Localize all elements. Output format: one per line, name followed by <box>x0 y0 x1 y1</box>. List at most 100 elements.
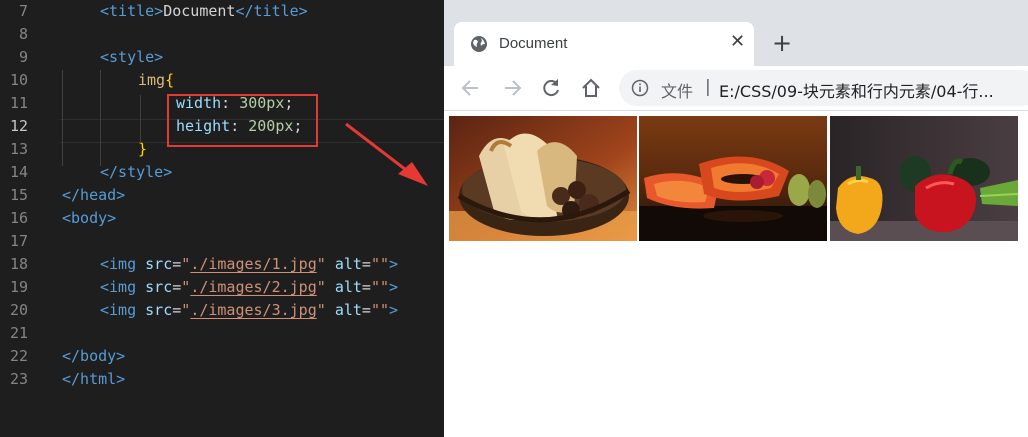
code-line[interactable]: 18 <img src="./images/1.jpg" alt=""> <box>0 253 444 276</box>
browser-toolbar: 文件 | E:/CSS/09-块元素和行内元素/04-行... <box>444 66 1028 111</box>
code-line[interactable]: 21 <box>0 322 444 345</box>
code-token: <title> <box>100 2 164 20</box>
code-token: " <box>181 301 191 319</box>
code-token: { <box>165 71 175 89</box>
code-token: " <box>181 255 191 273</box>
code-line[interactable]: 16 <body> <box>0 207 444 230</box>
line-number: 9 <box>18 48 28 66</box>
code-text: </body> <box>62 345 125 368</box>
code-token: </style> <box>100 163 173 181</box>
forward-arrow-icon[interactable] <box>499 75 525 101</box>
code-token: <img <box>100 301 146 319</box>
code-token: alt <box>334 255 362 273</box>
line-number: 17 <box>9 232 28 250</box>
code-line[interactable]: 19 <img src="./images/2.jpg" alt=""> <box>0 276 444 299</box>
code-editor[interactable]: 7 <title>Document</title> 8 9 <style> 10 img{1… <box>0 0 444 437</box>
line-number: 14 <box>9 163 28 181</box>
code-text: <img src="./images/3.jpg" alt=""> <box>100 299 398 322</box>
line-number: 8 <box>18 25 28 43</box>
code-token: <img <box>100 278 146 296</box>
code-token: = <box>172 301 182 319</box>
tab-title: Document <box>499 35 568 52</box>
code-token: src <box>145 255 173 273</box>
back-arrow-icon[interactable] <box>458 75 484 101</box>
url-separator: | <box>705 77 711 97</box>
code-token: ./images/1.jpg <box>190 255 317 273</box>
code-token: img <box>138 71 166 89</box>
code-line[interactable]: 10 img{ <box>0 69 444 92</box>
code-text: <img src="./images/2.jpg" alt=""> <box>100 276 398 299</box>
code-token: </html> <box>62 370 126 388</box>
code-text: img{ <box>138 69 174 92</box>
new-tab-button[interactable]: + <box>772 31 792 55</box>
bread-basket-photo <box>449 116 637 241</box>
code-token: Document <box>163 2 236 20</box>
code-line[interactable]: 23 </html> <box>0 368 444 391</box>
code-line[interactable]: 22 </body> <box>0 345 444 368</box>
code-token: "" <box>370 301 389 319</box>
close-icon[interactable]: ✕ <box>730 33 745 51</box>
code-line[interactable]: 20 <img src="./images/3.jpg" alt=""> <box>0 299 444 322</box>
line-number: 7 <box>18 2 28 20</box>
browser-window: Document ✕ + 文件 | E:/CSS/09-块元素和行内元素/04-… <box>444 0 1028 437</box>
code-token: > <box>389 301 399 319</box>
indent-guide <box>100 70 101 166</box>
url-text[interactable]: E:/CSS/09-块元素和行内元素/04-行... <box>719 78 994 102</box>
code-token: " <box>316 255 326 273</box>
code-token: ./images/2.jpg <box>190 278 317 296</box>
line-number: 19 <box>9 278 28 296</box>
code-token: </body> <box>62 347 126 365</box>
code-token: <img <box>100 255 146 273</box>
code-token: ./images/3.jpg <box>190 301 317 319</box>
info-icon[interactable] <box>631 79 649 97</box>
code-token: ./images/1.jpg <box>190 255 316 273</box>
code-line[interactable]: 8 <box>0 23 444 46</box>
indent-guide <box>62 70 63 166</box>
line-number: 23 <box>9 370 28 388</box>
code-token: </head> <box>62 186 126 204</box>
code-text: <style> <box>100 46 163 69</box>
code-token: "" <box>370 278 389 296</box>
home-icon[interactable] <box>578 75 604 101</box>
code-token: " <box>316 278 326 296</box>
code-text: </html> <box>62 368 125 391</box>
code-line[interactable]: 9 <style> <box>0 46 444 69</box>
code-text: <img src="./images/1.jpg" alt=""> <box>100 253 398 276</box>
code-token: " <box>181 278 191 296</box>
indent-guide <box>140 95 141 143</box>
line-number: 22 <box>9 347 28 365</box>
code-token: = <box>361 301 371 319</box>
code-token: </title> <box>235 2 308 20</box>
reload-icon[interactable] <box>538 75 564 101</box>
code-token: = <box>172 255 182 273</box>
code-token: = <box>172 278 182 296</box>
globe-icon <box>471 36 487 52</box>
code-text: </style> <box>100 161 172 184</box>
line-number: 12 <box>9 117 28 135</box>
line-number: 15 <box>9 186 28 204</box>
code-line[interactable]: 17 <box>0 230 444 253</box>
bell-peppers-photo <box>830 116 1018 241</box>
address-bar[interactable]: 文件 | E:/CSS/09-块元素和行内元素/04-行... <box>619 70 1028 106</box>
tab-document[interactable]: Document ✕ <box>454 22 754 66</box>
code-line[interactable]: 7 <title>Document</title> <box>0 0 444 23</box>
line-number: 10 <box>9 71 28 89</box>
code-token: alt <box>334 301 362 319</box>
line-number: 20 <box>9 301 28 319</box>
line-number: 18 <box>9 255 28 273</box>
code-token: <style> <box>100 48 164 66</box>
code-token: src <box>145 278 173 296</box>
code-token: <body> <box>62 209 117 227</box>
code-token: "" <box>370 255 389 273</box>
papaya-fruit-photo <box>639 116 827 241</box>
code-token: ./images/3.jpg <box>190 301 316 319</box>
line-number: 11 <box>9 94 28 112</box>
code-text: </head> <box>62 184 125 207</box>
code-token: alt <box>334 278 362 296</box>
url-scheme-label: 文件 <box>661 82 694 101</box>
code-text: <title>Document</title> <box>100 0 308 23</box>
code-token: ./images/2.jpg <box>190 278 316 296</box>
